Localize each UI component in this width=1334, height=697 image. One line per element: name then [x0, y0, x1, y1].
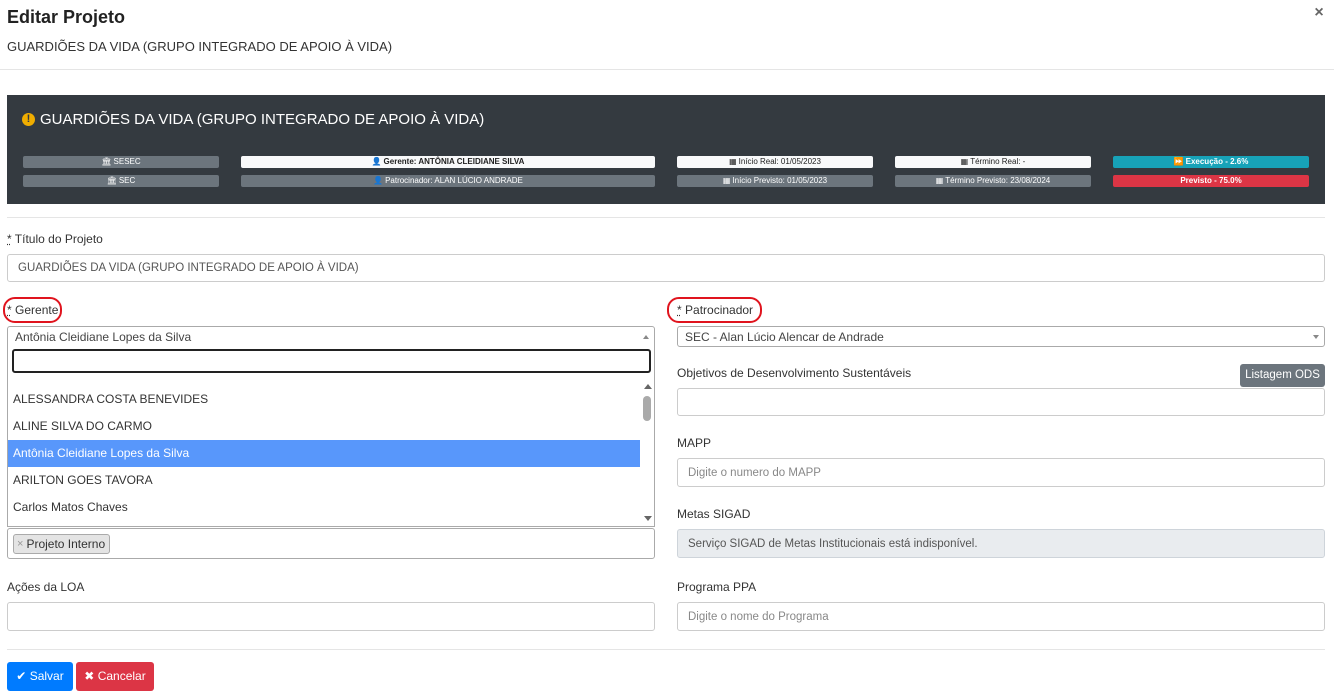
execution-badge: ⏩ Execução - 2.6% — [1113, 156, 1309, 168]
summary-title: ! GUARDIÕES DA VIDA (GRUPO INTEGRADO DE … — [22, 111, 484, 128]
calendar-icon: ▦ — [960, 157, 969, 166]
gerente-search-input[interactable] — [12, 349, 651, 373]
gerente-option[interactable]: ALINE SILVA DO CARMO — [8, 413, 640, 440]
save-button[interactable]: ✔ Salvar — [7, 662, 73, 691]
scrollbar-thumb[interactable] — [643, 396, 651, 421]
gerente-option[interactable]: ARILTON GOES TAVORA — [8, 467, 640, 494]
manager-badge: 👤 Gerente: ANTÔNIA CLEIDIANE SILVA — [241, 156, 655, 168]
patrocinador-select[interactable]: SEC - Alan Lúcio Alencar de Andrade — [677, 326, 1325, 347]
gerente-dropdown: ALESSANDRA COSTA BENEVIDES ALINE SILVA D… — [7, 346, 655, 527]
modal-header: Editar Projeto GUARDIÕES DA VIDA (GRUPO … — [0, 0, 1334, 70]
gerente-option[interactable]: Carlos Matos Chaves — [8, 494, 640, 521]
user-icon: 👤 — [373, 176, 384, 185]
institution-icon: 🏛 — [106, 176, 117, 185]
metas-label: Metas SIGAD — [677, 507, 751, 521]
divider — [7, 649, 1325, 650]
patrocinador-selected-value: SEC - Alan Lúcio Alencar de Andrade — [685, 329, 884, 344]
acoes-input[interactable] — [7, 602, 655, 631]
end-planned-badge: ▦ Término Previsto: 23/08/2024 — [895, 175, 1091, 187]
chevron-up-icon — [643, 335, 649, 339]
start-real-badge: ▦ Início Real: 01/05/2023 — [677, 156, 873, 168]
calendar-icon: ▦ — [722, 176, 731, 185]
gerente-option[interactable]: ALESSANDRA COSTA BENEVIDES — [8, 386, 640, 413]
gerente-option-selected[interactable]: Antônia Cleidiane Lopes da Silva — [8, 440, 640, 467]
gerente-label: * Gerente — [7, 303, 59, 317]
acoes-label: Ações da LOA — [7, 580, 85, 594]
tag-label: Projeto Interno — [26, 537, 106, 551]
ppa-input[interactable]: Digite o nome do Programa — [677, 602, 1325, 631]
user-icon: 👤 — [371, 157, 382, 166]
calendar-icon: ▦ — [729, 157, 737, 166]
tags-input[interactable]: × Projeto Interno — [7, 528, 655, 559]
check-icon: ✔ — [16, 669, 27, 683]
calendar-icon: ▦ — [935, 176, 944, 185]
mapp-label: MAPP — [677, 436, 712, 450]
institution-icon: 🏛 — [101, 157, 112, 166]
end-real-badge: ▦ Término Real: - — [895, 156, 1091, 168]
cancel-button[interactable]: ✖ Cancelar — [76, 662, 154, 691]
gerente-select[interactable]: Antônia Cleidiane Lopes da Silva — [7, 326, 655, 347]
titulo-input[interactable]: GUARDIÕES DA VIDA (GRUPO INTEGRADO DE AP… — [7, 254, 1325, 282]
modal-title: Editar Projeto — [7, 7, 126, 27]
modal-subtitle: GUARDIÕES DA VIDA (GRUPO INTEGRADO DE AP… — [7, 39, 393, 54]
close-icon: ✖ — [84, 669, 95, 683]
ods-input[interactable] — [677, 388, 1325, 416]
tag-projeto-interno: × Projeto Interno — [13, 534, 111, 554]
titulo-label: * Título do Projeto — [7, 232, 103, 246]
unit-badge-sesec: 🏛 SESEC — [23, 156, 219, 168]
divider — [7, 217, 1325, 218]
close-button[interactable]: × — [1312, 5, 1326, 21]
listagem-ods-button[interactable]: Listagem ODS — [1240, 364, 1325, 387]
scroll-down-icon[interactable] — [644, 516, 652, 521]
sponsor-badge: 👤 Patrocinador: ALAN LÚCIO ANDRADE — [241, 175, 655, 187]
unit-badge-sec: 🏛 SEC — [23, 175, 219, 187]
planned-badge: Previsto - 75.0% — [1113, 175, 1309, 187]
ods-label: Objetivos de Desenvolvimento Sustentávei… — [677, 366, 912, 380]
chevron-down-icon — [1313, 335, 1319, 339]
mapp-input[interactable]: Digite o numero do MAPP — [677, 458, 1325, 487]
remove-tag-icon[interactable]: × — [17, 535, 23, 553]
patrocinador-label: * Patrocinador — [677, 303, 754, 317]
ppa-label: Programa PPA — [677, 580, 757, 594]
fast-forward-icon: ⏩ — [1173, 157, 1184, 166]
summary-title-text: GUARDIÕES DA VIDA (GRUPO INTEGRADO DE AP… — [40, 111, 485, 128]
gerente-selected-value: Antônia Cleidiane Lopes da Silva — [15, 329, 192, 344]
warning-icon: ! — [22, 113, 35, 126]
metas-input: Serviço SIGAD de Metas Institucionais es… — [677, 529, 1325, 558]
scroll-up-icon[interactable] — [644, 384, 652, 389]
project-summary-panel: ! GUARDIÕES DA VIDA (GRUPO INTEGRADO DE … — [7, 95, 1325, 204]
start-planned-badge: ▦ Início Previsto: 01/05/2023 — [677, 175, 873, 187]
